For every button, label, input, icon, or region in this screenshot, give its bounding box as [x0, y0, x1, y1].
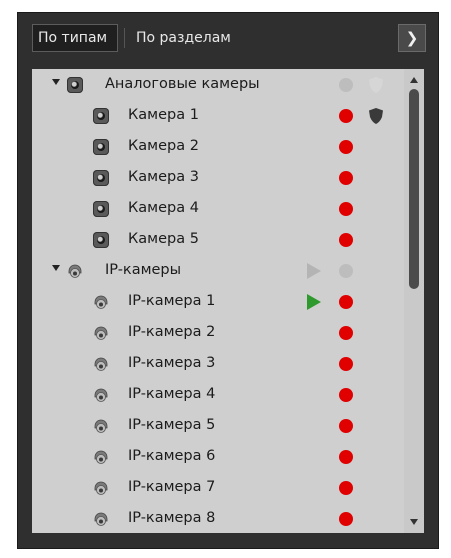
shield-icon — [368, 107, 384, 125]
camera-row[interactable]: Камера 2 — [32, 132, 404, 163]
camera-label: IP-камера 8 — [128, 510, 216, 526]
tab-by-types[interactable]: По типам — [32, 24, 118, 52]
play-icon[interactable] — [307, 294, 321, 310]
camera-label: IP-камера 4 — [128, 386, 216, 402]
analog-camera-icon — [93, 170, 109, 186]
status-dot — [339, 202, 353, 216]
analog-camera-icon — [93, 232, 109, 248]
status-dot — [339, 450, 353, 464]
camera-label: Камера 1 — [128, 107, 199, 123]
ip-camera-icon — [93, 418, 109, 434]
camera-row[interactable]: IP-камера 4 — [32, 380, 404, 411]
camera-row[interactable]: IP-камера 8 — [32, 504, 404, 533]
status-dot — [339, 140, 353, 154]
ip-camera-icon — [93, 387, 109, 403]
status-dot — [339, 109, 353, 123]
status-dot — [339, 419, 353, 433]
camera-label: IP-камера 1 — [128, 293, 216, 309]
ip-camera-icon — [93, 511, 109, 527]
camera-panel: По типам По разделам ❯ Аналоговые камеры… — [17, 12, 439, 549]
status-dot — [339, 326, 353, 340]
camera-row[interactable]: IP-камера 2 — [32, 318, 404, 349]
ip-camera-icon — [93, 449, 109, 465]
chevron-right-icon: ❯ — [405, 29, 419, 47]
next-button[interactable]: ❯ — [398, 24, 426, 52]
status-dot — [339, 233, 353, 247]
expand-arrow-icon[interactable] — [52, 265, 60, 271]
status-dot — [339, 481, 353, 495]
ip-camera-icon — [93, 294, 109, 310]
camera-label: IP-камера 2 — [128, 324, 216, 340]
analog-camera-icon — [67, 77, 83, 93]
tab-separator — [124, 28, 125, 48]
ip-camera-icon — [93, 480, 109, 496]
scroll-up-arrow-icon[interactable] — [410, 77, 418, 83]
camera-row[interactable]: IP-камера 5 — [32, 411, 404, 442]
scroll-thumb[interactable] — [409, 89, 419, 289]
camera-label: IP-камера 3 — [128, 355, 216, 371]
analog-camera-icon — [93, 139, 109, 155]
camera-row[interactable]: Камера 1 — [32, 101, 404, 132]
vertical-scrollbar[interactable] — [404, 69, 424, 533]
camera-label: IP-камера 5 — [128, 417, 216, 433]
camera-row[interactable]: Камера 3 — [32, 163, 404, 194]
tree-group-row[interactable]: IP-камеры — [32, 256, 404, 287]
camera-label: IP-камера 6 — [128, 448, 216, 464]
ip-camera-icon — [93, 356, 109, 372]
camera-label: IP-камера 7 — [128, 479, 216, 495]
view-toolbar: По типам По разделам ❯ — [32, 24, 426, 52]
camera-row[interactable]: Камера 5 — [32, 225, 404, 256]
camera-label: Камера 2 — [128, 138, 199, 154]
camera-row[interactable]: IP-камера 3 — [32, 349, 404, 380]
tree-group-row[interactable]: Аналоговые камеры — [32, 70, 404, 101]
camera-tree: Аналоговые камеры Камера 1 Камера 2 Камера … — [32, 69, 424, 533]
camera-row[interactable]: IP-камера 7 — [32, 473, 404, 504]
camera-label: Камера 3 — [128, 169, 199, 185]
group-label: Аналоговые камеры — [105, 76, 260, 92]
play-icon[interactable] — [307, 263, 321, 279]
shield-icon — [368, 76, 384, 94]
status-dot — [339, 78, 353, 92]
status-dot — [339, 512, 353, 526]
camera-row[interactable]: IP-камера 6 — [32, 442, 404, 473]
group-label: IP-камеры — [105, 262, 182, 278]
camera-row[interactable]: Камера 4 — [32, 194, 404, 225]
status-dot — [339, 264, 353, 278]
status-dot — [339, 388, 353, 402]
camera-row[interactable]: IP-камера 1 — [32, 287, 404, 318]
status-dot — [339, 171, 353, 185]
status-dot — [339, 357, 353, 371]
ip-camera-icon — [67, 263, 83, 279]
analog-camera-icon — [93, 201, 109, 217]
analog-camera-icon — [93, 108, 109, 124]
tab-by-sections[interactable]: По разделам — [129, 24, 238, 52]
camera-label: Камера 4 — [128, 200, 199, 216]
camera-label: Камера 5 — [128, 231, 199, 247]
scroll-down-arrow-icon[interactable] — [410, 519, 418, 525]
ip-camera-icon — [93, 325, 109, 341]
status-dot — [339, 295, 353, 309]
expand-arrow-icon[interactable] — [52, 79, 60, 85]
